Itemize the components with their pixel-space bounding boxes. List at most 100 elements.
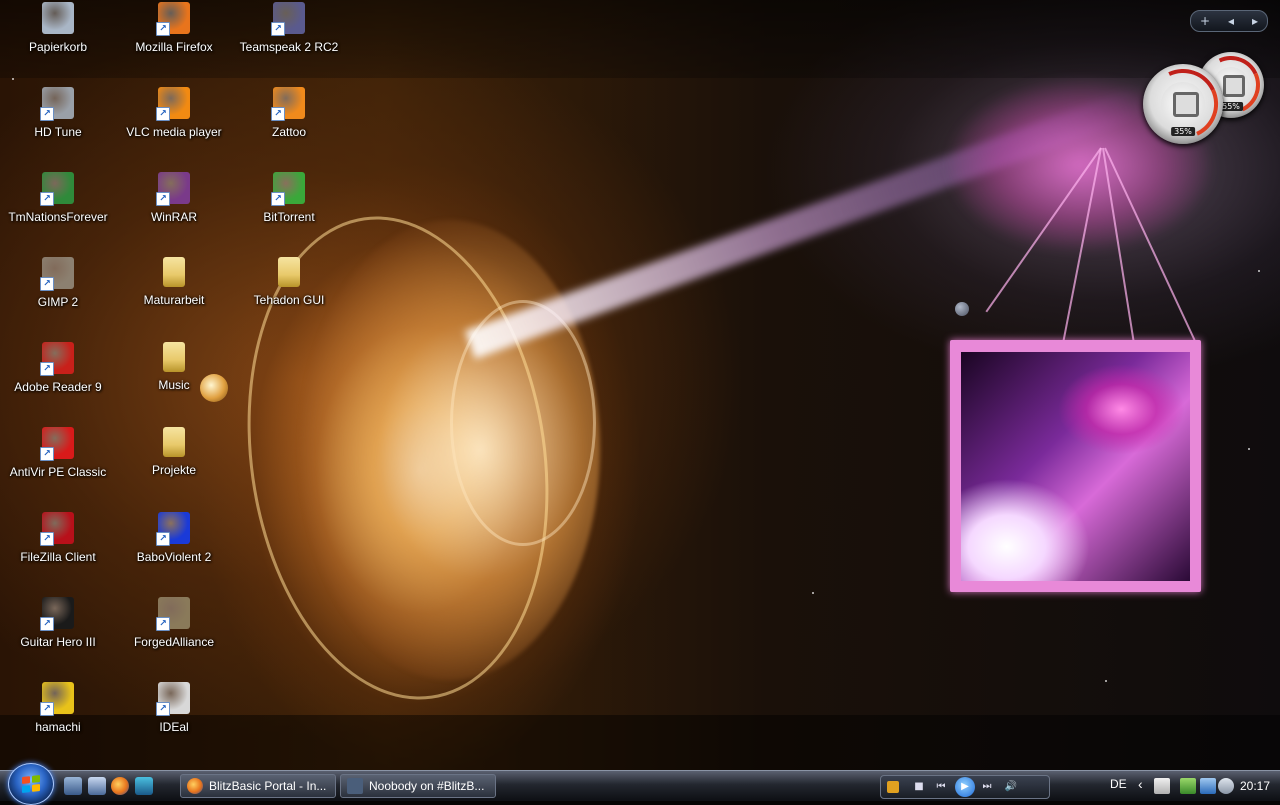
desktop-icon[interactable]: ↗ AntiVir PE Classic xyxy=(0,425,116,495)
desktop-icon[interactable]: ↗ WinRAR xyxy=(116,170,232,240)
shortcut-arrow-icon: ↗ xyxy=(271,22,285,36)
gadget-next-button[interactable]: ▸ xyxy=(1252,14,1258,28)
shortcut-arrow-icon: ↗ xyxy=(40,532,54,546)
windows-logo-icon xyxy=(22,775,40,793)
desktop-icon[interactable]: ↗ FileZilla Client xyxy=(0,510,116,580)
winrar-icon: ↗ xyxy=(156,172,190,206)
firefox-icon xyxy=(187,778,203,794)
wallpaper-icon[interactable] xyxy=(135,777,153,795)
switch-windows-icon[interactable] xyxy=(88,777,106,795)
desktop-icon[interactable]: ↗ hamachi xyxy=(0,680,116,750)
shortcut-arrow-icon: ↗ xyxy=(40,447,54,461)
shortcut-arrow-icon: ↗ xyxy=(156,617,170,631)
slideshow-gadget[interactable] xyxy=(950,340,1201,592)
desktop-icon-label: Music xyxy=(158,378,190,392)
volume-button[interactable]: 🔊 xyxy=(1003,780,1019,794)
desktop-icon[interactable]: Papierkorb xyxy=(0,0,116,70)
desktop-icon[interactable]: ↗ GIMP 2 xyxy=(0,255,116,325)
desktop-icon-label: BaboViolent 2 xyxy=(136,550,212,564)
media-player-toolbar: ■ ⏮ ▶ ⏭ 🔊 xyxy=(880,775,1050,799)
desktop-icon[interactable]: ↗ BitTorrent xyxy=(231,170,347,240)
sidebar-controls: + ◂ ▸ xyxy=(1190,10,1268,32)
desktop-icon[interactable]: ↗ ForgedAlliance xyxy=(116,595,232,665)
show-desktop-icon[interactable] xyxy=(64,777,82,795)
hamachi-icon: ↗ xyxy=(40,682,74,716)
teamspeak-icon: ↗ xyxy=(271,2,305,36)
desktop-icon[interactable]: ↗ VLC media player xyxy=(116,85,232,155)
shortcut-arrow-icon: ↗ xyxy=(40,277,54,291)
taskbar-window-label: BlitzBasic Portal - In... xyxy=(209,779,327,793)
desktop-icon[interactable]: ↗ Mozilla Firefox xyxy=(116,0,232,70)
play-button[interactable]: ▶ xyxy=(955,777,975,797)
desktop-icon-label: Adobe Reader 9 xyxy=(14,380,102,394)
previous-track-button[interactable]: ⏮ xyxy=(933,780,949,794)
desktop-icon-label: ForgedAlliance xyxy=(133,635,215,649)
taskbar: BlitzBasic Portal - In... Noobody on #Bl… xyxy=(0,763,1280,805)
desktop-icon-label: HD Tune xyxy=(34,125,82,139)
wallpaper-star xyxy=(812,592,814,594)
desktop-icon-label: hamachi xyxy=(35,720,81,734)
notes-tray-icon[interactable] xyxy=(1154,778,1170,794)
desktop-icon[interactable]: ↗ Zattoo xyxy=(231,85,347,155)
media-player-icon[interactable] xyxy=(887,781,899,793)
desktop-icon[interactable]: Tehadon GUI xyxy=(231,255,347,325)
taskbar-window-firefox[interactable]: BlitzBasic Portal - In... xyxy=(180,774,336,798)
desktop-icon-label: Mozilla Firefox xyxy=(135,40,213,54)
cpu-percent: 35% xyxy=(1171,127,1195,136)
add-gadget-button[interactable]: + xyxy=(1200,14,1210,28)
forged-alliance-icon: ↗ xyxy=(156,597,190,631)
desktop-icon-label: Guitar Hero III xyxy=(20,635,96,649)
folder-icon xyxy=(163,427,185,457)
hd-tune-icon: ↗ xyxy=(40,87,74,121)
start-button[interactable] xyxy=(8,763,54,805)
chatzilla-icon xyxy=(347,778,363,794)
cpu-meter-gadget[interactable]: 35% xyxy=(1137,58,1229,150)
desktop-icon[interactable]: ↗ HD Tune xyxy=(0,85,116,155)
firefox-icon[interactable] xyxy=(111,777,129,795)
shortcut-arrow-icon: ↗ xyxy=(156,107,170,121)
desktop-icon[interactable]: ↗ BaboViolent 2 xyxy=(116,510,232,580)
bittorrent-icon: ↗ xyxy=(271,172,305,206)
shortcut-arrow-icon: ↗ xyxy=(156,532,170,546)
shortcut-arrow-icon: ↗ xyxy=(156,702,170,716)
desktop-icon[interactable]: Music xyxy=(116,340,232,410)
desktop-icon-label: Papierkorb xyxy=(28,40,88,54)
desktop-icon[interactable]: Maturarbeit xyxy=(116,255,232,325)
desktop-icon-label: Tehadon GUI xyxy=(253,293,325,307)
show-hidden-icons-chevron-icon[interactable]: ‹ xyxy=(1138,776,1143,792)
desktop-icon-label: Maturarbeit xyxy=(143,293,205,307)
desktop-icon-label: AntiVir PE Classic xyxy=(9,465,107,479)
next-track-button[interactable]: ⏭ xyxy=(979,780,995,794)
cpu-icon xyxy=(1173,92,1199,118)
desktop-icon-label: Projekte xyxy=(151,463,197,477)
desktop-icon[interactable]: ↗ Teamspeak 2 RC2 xyxy=(231,0,347,70)
zattoo-icon: ↗ xyxy=(271,87,305,121)
desktop-icon[interactable]: ↗ IDEal xyxy=(116,680,232,750)
baboviolent-icon: ↗ xyxy=(156,512,190,546)
taskbar-window-chatzilla[interactable]: Noobody on #BlitzB... xyxy=(340,774,496,798)
wallpaper-star xyxy=(1258,270,1260,272)
network-tray-icon[interactable] xyxy=(1180,778,1196,794)
language-indicator[interactable]: DE xyxy=(1110,777,1127,791)
desktop-icon[interactable]: ↗ TmNationsForever xyxy=(0,170,116,240)
shortcut-arrow-icon: ↗ xyxy=(40,362,54,376)
shortcut-arrow-icon: ↗ xyxy=(156,22,170,36)
stop-button[interactable]: ■ xyxy=(911,780,927,794)
wallpaper-moon xyxy=(955,302,969,316)
filezilla-icon: ↗ xyxy=(40,512,74,546)
desktop-icon[interactable]: ↗ Adobe Reader 9 xyxy=(0,340,116,410)
system-clock[interactable]: 20:17 xyxy=(1240,779,1270,793)
gimp-icon: ↗ xyxy=(40,257,74,291)
speaker-icon[interactable] xyxy=(1218,778,1234,794)
desktop-icon[interactable]: ↗ Guitar Hero III xyxy=(0,595,116,665)
firefox-icon: ↗ xyxy=(156,2,190,36)
shortcut-arrow-icon: ↗ xyxy=(40,192,54,206)
shortcut-arrow-icon: ↗ xyxy=(40,107,54,121)
gadget-prev-button[interactable]: ◂ xyxy=(1228,14,1234,28)
connection-tray-icon[interactable] xyxy=(1200,778,1216,794)
desktop-icon[interactable]: Projekte xyxy=(116,425,232,495)
memory-icon xyxy=(1223,75,1245,97)
folder-icon xyxy=(278,257,300,287)
desktop-icon-label: GIMP 2 xyxy=(37,295,79,309)
guitar-hero-icon: ↗ xyxy=(40,597,74,631)
